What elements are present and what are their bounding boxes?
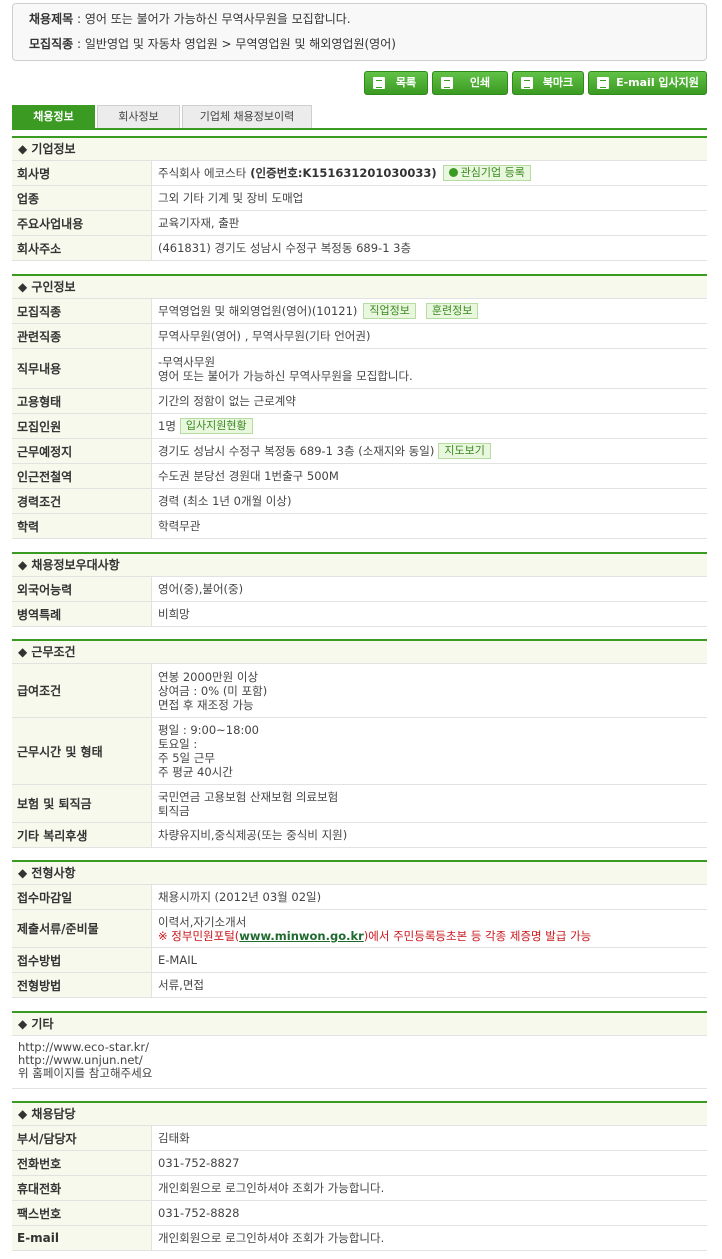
address-value: (461831) 경기도 성남시 수정구 복정동 689-1 3층 — [152, 236, 707, 261]
education-value: 학력무관 — [152, 514, 707, 539]
subway-label: 인근전철역 — [12, 464, 152, 489]
related-job-label: 관련직종 — [12, 324, 152, 349]
career-label: 경력조건 — [12, 489, 152, 514]
language-label: 외국어능력 — [12, 577, 152, 602]
address-label: 회사주소 — [12, 236, 152, 261]
tab-company-info[interactable]: 회사정보 — [97, 105, 180, 129]
work-hours-value: 평일 : 9:00~18:00 토요일 : 주 5일 근무 주 평균 40시간 — [152, 718, 707, 785]
military-label: 병역특례 — [12, 602, 152, 627]
list-button[interactable]: 목록 — [364, 71, 428, 95]
contact-email-label: E-mail — [12, 1226, 152, 1251]
contact-mobile-label: 휴대전화 — [12, 1176, 152, 1201]
tab-job-info[interactable]: 채용정보 — [12, 105, 95, 129]
summary-title-label: 채용제목 — [29, 12, 74, 26]
section-recruit-header: ◆ 구인정보 — [12, 274, 707, 299]
employment-type-value: 기간의 정함이 없는 근로계약 — [152, 389, 707, 414]
recruit-job-value: 무역영업원 및 해외영업원(영어)(10121) 직업정보 훈련정보 — [152, 299, 707, 324]
education-label: 학력 — [12, 514, 152, 539]
company-name-value: 주식회사 에코스타 (인증번호:K151631201030033) 관심기업 등… — [152, 161, 707, 186]
etc-bottom-line — [12, 1088, 707, 1089]
bookmark-icon — [521, 77, 533, 89]
etc-note: 위 홈페이지를 참고해주세요 — [18, 1066, 153, 1080]
documents-notice: ※ 정부민원포털(www.minwon.go.kr)에서 주민등록등초본 등 각… — [158, 928, 592, 943]
summary-job-row: 모집직종 : 일반영업 및 자동차 영업원 > 무역영업원 및 해외영업원(영어… — [29, 35, 396, 53]
headcount-label: 모집인원 — [12, 414, 152, 439]
section-contact-header: ◆ 채용담당 — [12, 1101, 707, 1126]
print-button[interactable]: 인쇄 — [432, 71, 508, 95]
selection-process-value: 서류,면접 — [152, 973, 707, 998]
work-hours-label: 근무시간 및 형태 — [12, 718, 152, 785]
contact-fax-label: 팩스번호 — [12, 1201, 152, 1226]
company-name-label: 회사명 — [12, 161, 152, 186]
industry-value: 그외 기타 기계 및 장비 도매업 — [152, 186, 707, 211]
salary-value: 연봉 2000만원 이상 상여금 : 0% (미 포함) 면접 후 재조정 가능 — [152, 664, 707, 718]
section-conditions-header: ◆ 근무조건 — [12, 639, 707, 664]
contact-dept-label: 부서/담당자 — [12, 1126, 152, 1151]
subway-value: 수도권 분당선 경원대 1번출구 500M — [152, 464, 707, 489]
print-icon — [441, 77, 453, 89]
industry-label: 업종 — [12, 186, 152, 211]
contact-mobile-value: 개인회원으로 로그인하셔야 조회가 가능합니다. — [152, 1176, 707, 1201]
military-value: 비희망 — [152, 602, 707, 627]
duty-label: 직무내용 — [12, 349, 152, 389]
language-value: 영어(중),불어(중) — [152, 577, 707, 602]
email-apply-button[interactable]: E-mail 입사지원 — [588, 71, 707, 95]
summary-title-value: : 영어 또는 불어가 가능하신 무역사무원을 모집합니다. — [77, 12, 351, 26]
pencil-icon — [597, 77, 609, 89]
related-job-value: 무역사무원(영어) , 무역사무원(기타 언어권) — [152, 324, 707, 349]
salary-label: 급여조건 — [12, 664, 152, 718]
documents-label: 제출서류/준비물 — [12, 910, 152, 948]
interest-company-button[interactable]: 관심기업 등록 — [442, 165, 531, 181]
workplace-label: 근무예정지 — [12, 439, 152, 464]
section-etc-header: ◆ 기타 — [12, 1011, 707, 1036]
selection-process-label: 전형방법 — [12, 973, 152, 998]
applicant-status-link[interactable]: 입사지원현황 — [179, 418, 253, 434]
contact-phone-value: 031-752-8827 — [152, 1151, 707, 1176]
apply-method-label: 접수방법 — [12, 948, 152, 973]
documents-value: 이력서,자기소개서 ※ 정부민원포털(www.minwon.go.kr)에서 주… — [152, 910, 707, 948]
welfare-value: 차량유지비,중식제공(또는 중식비 지원) — [152, 823, 707, 848]
training-info-link[interactable]: 훈련정보 — [425, 303, 479, 319]
contact-email-value: 개인회원으로 로그인하셔야 조회가 가능합니다. — [152, 1226, 707, 1251]
apply-method-value: E-MAIL — [152, 948, 707, 973]
contact-dept-value: 김태화 — [152, 1126, 707, 1151]
job-info-link[interactable]: 직업정보 — [363, 303, 416, 319]
minwon-link[interactable]: www.minwon.go.kr — [239, 929, 364, 943]
recruit-job-label: 모집직종 — [12, 299, 152, 324]
list-icon — [373, 77, 385, 89]
summary-job-value: : 일반영업 및 자동차 영업원 > 무역영업원 및 해외영업원(영어) — [77, 37, 396, 51]
business-value: 교육기자재, 출판 — [152, 211, 707, 236]
section-preference-header: ◆ 채용정보우대사항 — [12, 552, 707, 577]
map-view-link[interactable]: 지도보기 — [438, 443, 491, 459]
contact-phone-label: 전화번호 — [12, 1151, 152, 1176]
summary-job-label: 모집직종 — [29, 37, 74, 51]
insurance-value: 국민연금 고용보험 산재보험 의료보험 퇴직금 — [152, 785, 707, 823]
etc-content: http://www.eco-star.kr/ http://www.unjun… — [18, 1041, 698, 1080]
duty-value: -무역사무원 영어 또는 불어가 가능하신 무역사무원을 모집합니다. — [152, 349, 707, 389]
insurance-label: 보험 및 퇴직금 — [12, 785, 152, 823]
welfare-label: 기타 복리후생 — [12, 823, 152, 848]
job-summary-box: 채용제목 : 영어 또는 불어가 가능하신 무역사무원을 모집합니다. 모집직종… — [12, 3, 707, 61]
section-company-header: ◆ 기업정보 — [12, 136, 707, 161]
tab-recruit-history[interactable]: 기업체 채용정보이력 — [182, 105, 312, 129]
business-label: 주요사업내용 — [12, 211, 152, 236]
career-value: 경력 (최소 1년 0개월 이상) — [152, 489, 707, 514]
employment-type-label: 고용형태 — [12, 389, 152, 414]
deadline-value: 채용시까지 (2012년 03월 02일) — [152, 885, 707, 910]
headcount-value: 1명 입사지원현황 — [152, 414, 707, 439]
company-cert-number: (인증번호:K151631201030033) — [250, 166, 437, 180]
plus-icon — [448, 168, 458, 177]
workplace-value: 경기도 성남시 수정구 복정동 689-1 3층 (소재지와 동일) 지도보기 — [152, 439, 707, 464]
bookmark-button[interactable]: 북마크 — [512, 71, 584, 95]
deadline-label: 접수마감일 — [12, 885, 152, 910]
contact-fax-value: 031-752-8828 — [152, 1201, 707, 1226]
tabs-underline — [12, 128, 707, 130]
summary-title-row: 채용제목 : 영어 또는 불어가 가능하신 무역사무원을 모집합니다. — [29, 10, 351, 28]
section-selection-header: ◆ 전형사항 — [12, 860, 707, 885]
